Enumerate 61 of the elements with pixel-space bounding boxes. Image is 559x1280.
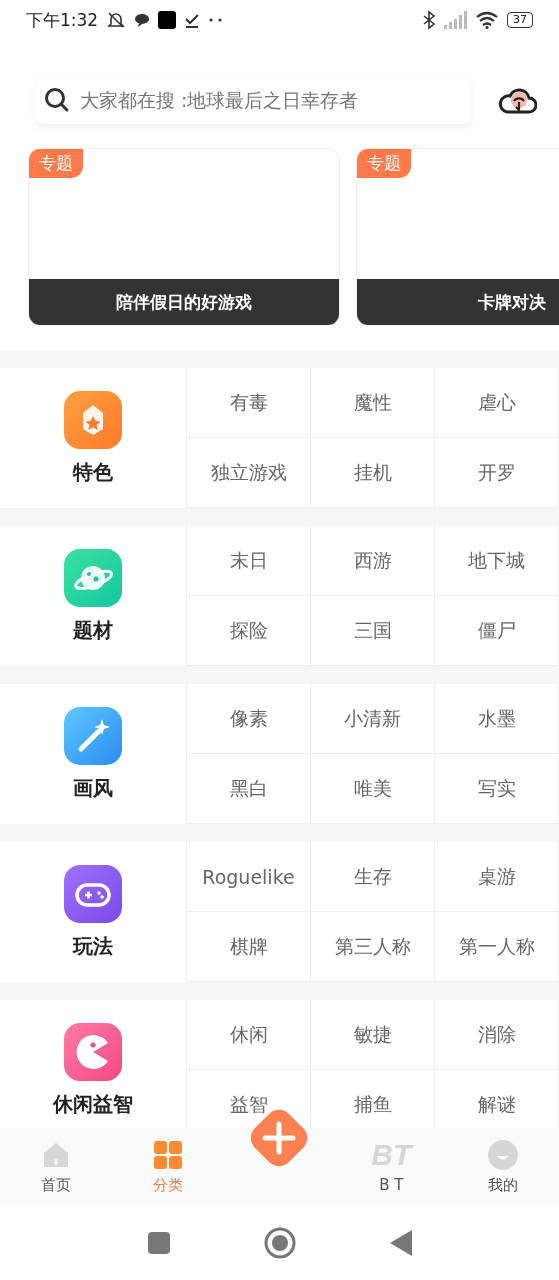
topic-card[interactable]: 专题 卡牌对决 (356, 148, 559, 326)
tag-cell[interactable]: 魔性 (311, 368, 435, 438)
tag-cell[interactable]: 地下城 (435, 526, 559, 596)
topic-card[interactable]: 专题 陪伴假日的好游戏 (28, 148, 340, 326)
category-icon (64, 1022, 122, 1081)
search-field[interactable]: 大家都在搜 :地球最后之日幸存者 (78, 88, 463, 112)
tag-cell[interactable]: 棋牌 (187, 912, 311, 982)
tag-cell[interactable]: 写实 (435, 754, 559, 824)
tag-cell[interactable]: 休闲 (187, 1000, 311, 1070)
tag-cell[interactable]: 僵尸 (435, 596, 559, 666)
tag-cell[interactable]: 虐心 (435, 368, 559, 438)
category-name[interactable]: 画风 (73, 774, 113, 802)
tag-cell[interactable]: 第一人称 (435, 912, 559, 982)
topic-badge: 专题 (29, 149, 83, 178)
tab-bar-item[interactable]: 我的 (447, 1128, 559, 1206)
tag-cell[interactable]: 末日 (187, 526, 311, 596)
tag-cell[interactable]: 像素 (187, 684, 311, 754)
tag-cell[interactable]: 唯美 (311, 754, 435, 824)
back-icon[interactable] (389, 1230, 412, 1256)
muted-bell-icon (106, 10, 127, 30)
tag-cell[interactable]: 黑白 (187, 754, 311, 824)
grid-icon (152, 1139, 183, 1170)
topic-title: 陪伴假日的好游戏 (29, 279, 339, 325)
recents-icon[interactable] (147, 1232, 170, 1254)
tag-cell[interactable]: 西游 (311, 526, 435, 596)
status-time: 下午1:32 (26, 8, 99, 32)
category-icon (64, 864, 122, 923)
tag-cell[interactable]: 三国 (311, 596, 435, 666)
tag-cell[interactable]: 开罗 (435, 438, 559, 508)
download-check-icon (184, 12, 201, 28)
category-icon (64, 706, 122, 765)
tag-cell[interactable]: 消除 (435, 1000, 559, 1070)
bluetooth-icon (423, 10, 435, 30)
tag-cell[interactable]: 挂机 (311, 438, 435, 508)
chat-bubble-icon (134, 13, 151, 27)
tag-cell[interactable]: 探险 (187, 596, 311, 666)
category-name[interactable]: 休闲益智 (53, 1090, 133, 1118)
category-name[interactable]: 题材 (73, 616, 113, 644)
home-circle-icon[interactable] (263, 1227, 296, 1259)
square-app-icon (158, 11, 177, 29)
tag-cell[interactable]: 有毒 (187, 368, 311, 438)
tag-cell[interactable]: 桌游 (435, 842, 559, 912)
category-icon (64, 548, 122, 607)
category-name[interactable]: 玩法 (73, 932, 113, 960)
topic-badge: 专题 (357, 149, 411, 178)
topic-title: 卡牌对决 (357, 279, 559, 325)
tag-cell[interactable]: Roguelike (187, 842, 311, 912)
tag-cell[interactable]: 第三人称 (311, 912, 435, 982)
tab-bar-item[interactable]: 首页 (0, 1128, 112, 1206)
battery-level: 37 (507, 12, 533, 28)
wifi-icon (475, 11, 499, 29)
tag-cell[interactable]: 小清新 (311, 684, 435, 754)
face-icon (488, 1139, 519, 1170)
tag-cell[interactable]: 独立游戏 (187, 438, 311, 508)
signal-icon (443, 11, 467, 29)
tag-cell[interactable]: 敏捷 (311, 1000, 435, 1070)
category-name[interactable]: 特色 (73, 458, 113, 486)
tag-cell[interactable]: 生存 (311, 842, 435, 912)
category-icon (64, 390, 122, 449)
search-icon (44, 87, 70, 113)
tag-cell[interactable]: 水墨 (435, 684, 559, 754)
